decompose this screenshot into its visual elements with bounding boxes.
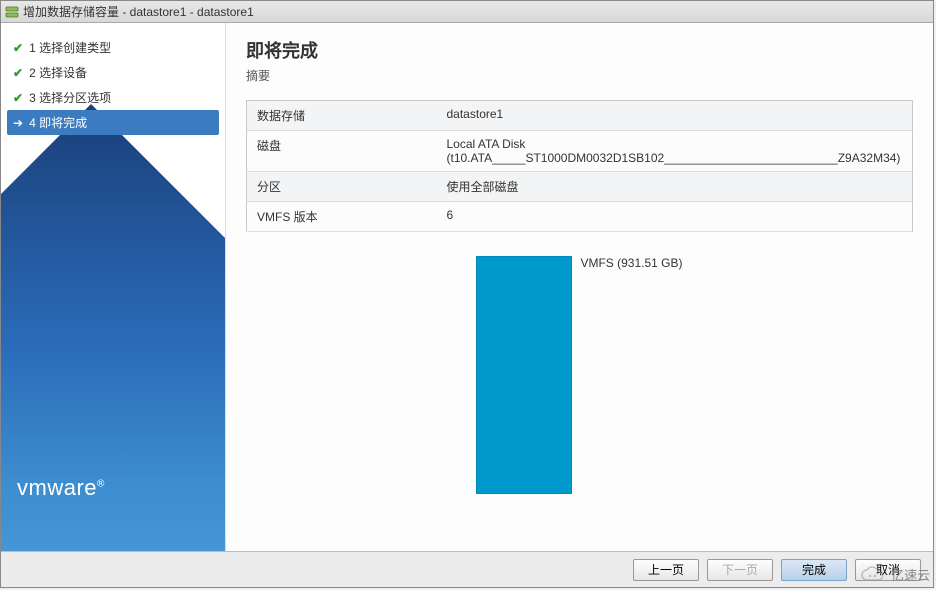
cancel-button[interactable]: 取消 (855, 559, 921, 581)
step-partition-options[interactable]: ✔ 3 选择分区选项 (7, 85, 219, 110)
finish-button[interactable]: 完成 (781, 559, 847, 581)
main-panel: 即将完成 摘要 数据存储 datastore1 磁盘 Local ATA Dis… (226, 23, 933, 551)
summary-table: 数据存储 datastore1 磁盘 Local ATA Disk (t10.A… (246, 100, 913, 232)
vmware-logo: vmware® (17, 475, 105, 501)
table-row: 分区 使用全部磁盘 (247, 172, 913, 202)
step-select-type[interactable]: ✔ 1 选择创建类型 (7, 35, 219, 60)
window-title: 增加数据存储容量 - datastore1 - datastore1 (23, 3, 254, 20)
vmfs-key: VMFS 版本 (247, 202, 437, 232)
step-ready-complete[interactable]: ➔ 4 即将完成 (7, 110, 219, 135)
check-icon: ✔ (13, 66, 23, 80)
wizard-steps: ✔ 1 选择创建类型 ✔ 2 选择设备 ✔ 3 选择分区选项 ➔ 4 即将完成 (1, 23, 225, 147)
datastore-key: 数据存储 (247, 101, 437, 131)
step-select-device[interactable]: ✔ 2 选择设备 (7, 60, 219, 85)
vmfs-partition-block (476, 256, 572, 494)
table-row: 磁盘 Local ATA Disk (t10.ATA_____ST1000DM0… (247, 131, 913, 172)
disk-value: Local ATA Disk (t10.ATA_____ST1000DM0032… (437, 131, 913, 172)
sidebar: vmware® ✔ 1 选择创建类型 ✔ 2 选择设备 ✔ 3 选择分区选项 ➔… (1, 23, 226, 551)
titlebar: 增加数据存储容量 - datastore1 - datastore1 (1, 1, 933, 23)
check-icon: ✔ (13, 41, 23, 55)
datastore-icon (5, 5, 19, 19)
partition-key: 分区 (247, 172, 437, 202)
partition-visualization: VMFS (931.51 GB) (246, 256, 913, 494)
page-title: 即将完成 (246, 37, 913, 63)
arrow-icon: ➔ (13, 116, 23, 130)
datastore-value: datastore1 (437, 101, 913, 131)
wizard-window: 增加数据存储容量 - datastore1 - datastore1 vmwar… (0, 0, 934, 588)
table-row: VMFS 版本 6 (247, 202, 913, 232)
partition-value: 使用全部磁盘 (437, 172, 913, 202)
vmfs-partition-label: VMFS (931.51 GB) (580, 256, 682, 270)
prev-button[interactable]: 上一页 (633, 559, 699, 581)
wizard-footer: 上一页 下一页 完成 取消 (1, 551, 933, 587)
summary-label: 摘要 (246, 67, 913, 84)
content: vmware® ✔ 1 选择创建类型 ✔ 2 选择设备 ✔ 3 选择分区选项 ➔… (1, 23, 933, 551)
check-icon: ✔ (13, 91, 23, 105)
vmfs-value: 6 (437, 202, 913, 232)
table-row: 数据存储 datastore1 (247, 101, 913, 131)
next-button: 下一页 (707, 559, 773, 581)
disk-key: 磁盘 (247, 131, 437, 172)
